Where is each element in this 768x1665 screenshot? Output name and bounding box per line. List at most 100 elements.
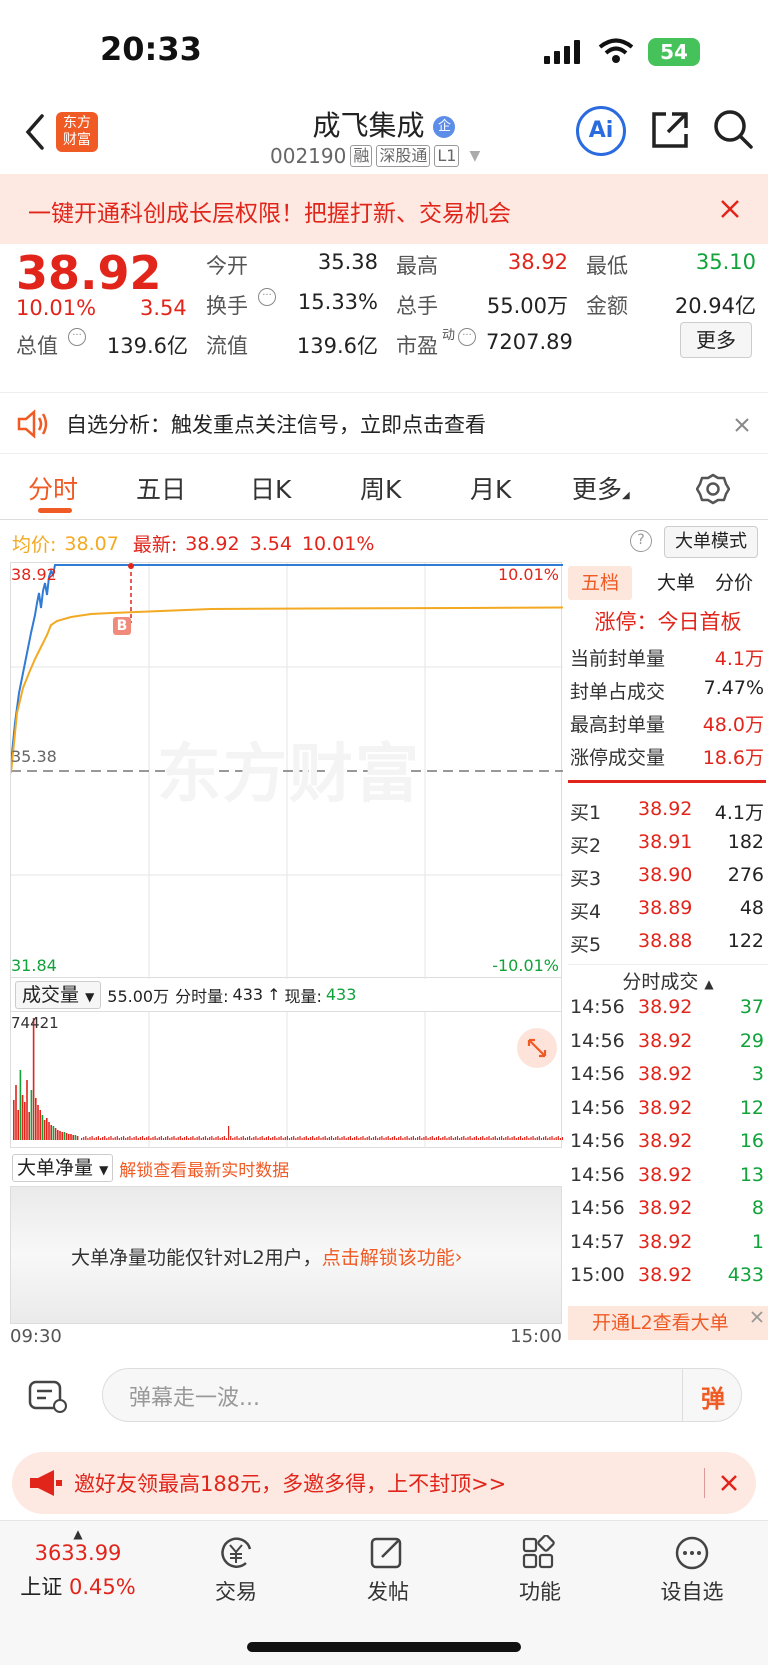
info-icon[interactable]: ··· [458,328,476,346]
volume-bar [59,1131,61,1140]
ai-icon[interactable]: Ai [576,106,626,156]
volume-bar [488,1136,490,1140]
tab-weekly-k[interactable]: 周K [360,470,401,506]
trade-price: 38.92 [638,1264,693,1286]
nav-add-watchlist[interactable]: 设自选 [632,1535,752,1606]
tab-five-levels[interactable]: 五档 [568,566,632,600]
volume-bar [183,1137,186,1140]
big-order-selector[interactable]: 大单净量 ▼ [12,1154,114,1182]
volume-bar [387,1136,389,1140]
search-icon[interactable] [712,108,754,150]
close-icon[interactable] [720,199,740,219]
unlock-feature-link[interactable]: 点击解锁该功能 [322,1243,455,1270]
volume-bar [251,1138,253,1140]
buy-marker[interactable]: B [113,617,131,635]
volume-bar [389,1138,391,1140]
danmaku-send-icon[interactable]: 弹 [701,1379,725,1414]
volume-selector[interactable]: 成交量 ▼ [15,980,102,1009]
help-icon[interactable]: ? [630,530,652,552]
nav-trade[interactable]: 交易 [176,1535,296,1606]
volume-bar [158,1137,160,1140]
info-icon[interactable]: ··· [68,328,86,346]
comment-list-icon[interactable] [28,1376,70,1416]
bid-price: 38.88 [638,930,693,952]
volume-bar [190,1137,192,1140]
tab-more[interactable]: 更多◢ [572,470,630,506]
tab-daily-k[interactable]: 日K [250,470,291,506]
close-icon[interactable] [734,417,750,433]
expand-icon[interactable] [517,1028,557,1068]
invite-banner[interactable]: 邀好友领最高188元，多邀多得，上不封顶>> [12,1452,756,1514]
volume-bar [209,1137,211,1140]
nav-functions[interactable]: 功能 [480,1534,600,1606]
trade-time: 14:56 [570,1130,625,1152]
volume-bar [366,1137,368,1140]
volume-bar [202,1137,204,1140]
index-value[interactable]: 3633.99 [0,1541,156,1565]
stock-code-row[interactable]: 002190 融 深股通 L1 ▼ [270,144,480,168]
volume-bar [177,1137,179,1140]
volume-bar [452,1138,454,1140]
turnover-label: 换手 [206,294,248,318]
volume-bar [57,1130,59,1140]
share-icon[interactable] [650,110,690,150]
tab-price-dist[interactable]: 分价 [702,566,766,600]
volume-bar [291,1137,293,1140]
volume-bar [356,1136,358,1140]
volume-bar [112,1138,114,1140]
volume-bar [477,1138,480,1140]
volume-bar [240,1137,242,1140]
tag-level: L1 [434,145,460,167]
tab-big-order[interactable]: 大单 [644,566,708,600]
volume-bar [110,1136,112,1140]
bid-row[interactable]: 买1 38.92 4.1万 [568,798,768,828]
volume-bar [513,1136,515,1140]
tab-five-day[interactable]: 五日 [136,470,186,506]
limit-row-value: 48.0万 [702,714,764,736]
big-order-mode-button[interactable]: 大单模式 [664,526,758,558]
volume-bar [81,1138,83,1140]
trade-row: 14:56 38.92 13 [568,1164,768,1194]
battery-indicator: 54 [648,38,700,66]
trades-title[interactable]: 分时成交 ▲ [568,964,768,994]
volume-header: 成交量 ▼ 55.00万 分时量: 433 ↑ 现量: 433 [10,978,562,1012]
bid-row[interactable]: 买5 38.88 122 [568,930,768,960]
unlock-link[interactable]: 解锁查看最新实时数据 [119,1156,289,1181]
top-percent-label: 10.01% [497,565,559,584]
bid-row[interactable]: 买4 38.89 48 [568,897,768,927]
tab-intraday[interactable]: 分时 [28,470,78,506]
trade-row: 14:56 38.92 37 [568,996,768,1026]
comment-input[interactable]: 弹幕走一波... 弹 [102,1368,742,1422]
index-summary[interactable]: 上证 0.45% [0,1571,156,1601]
info-icon[interactable]: ··· [258,288,276,306]
more-button[interactable]: 更多 [680,322,752,358]
volume-bar [286,1136,288,1140]
bid-row[interactable]: 买3 38.90 276 [568,864,768,894]
nav-post[interactable]: 发帖 [328,1535,448,1606]
open-l2-link[interactable]: 开通L2查看大单 [568,1306,768,1340]
close-icon[interactable] [750,1310,764,1324]
trade-row: 14:56 38.92 29 [568,1030,768,1060]
volume-bar [91,1136,93,1140]
quote-panel: 38.92 10.01% 3.54 今开 35.38 最高 38.92 最低 3… [0,244,768,384]
volume-bar [70,1134,72,1140]
volume-bar [104,1136,106,1140]
volume-bar [557,1136,559,1140]
volume-chart[interactable]: 74421 [10,1012,563,1148]
tab-monthly-k[interactable]: 月K [470,470,511,506]
promo-banner[interactable]: 一键开通科创成长层权限！把握打新、交易机会 [0,174,768,244]
volume-bar [503,1138,505,1140]
volume-bar [167,1136,169,1140]
volume-bar [123,1136,125,1140]
volume-bar [442,1137,444,1140]
current-price: 38.92 [16,246,162,300]
intraday-chart[interactable]: 东方财富 B 38.92 10.01% 35.38 31.84 -10.01% [10,562,563,979]
volume-bar [375,1136,377,1140]
analysis-notice[interactable]: 自选分析：触发重点关注信号，立即点击查看 [0,392,768,454]
gear-icon[interactable] [696,472,730,506]
bid-row[interactable]: 买2 38.91 182 [568,831,768,861]
close-icon[interactable] [720,1474,738,1492]
limit-row-value: 7.47% [703,677,764,699]
open-l2-label: 开通L2查看大单 [592,1312,729,1334]
locked-panel[interactable]: 大单净量功能仅针对L2用户， 点击解锁该功能 › [10,1186,562,1324]
